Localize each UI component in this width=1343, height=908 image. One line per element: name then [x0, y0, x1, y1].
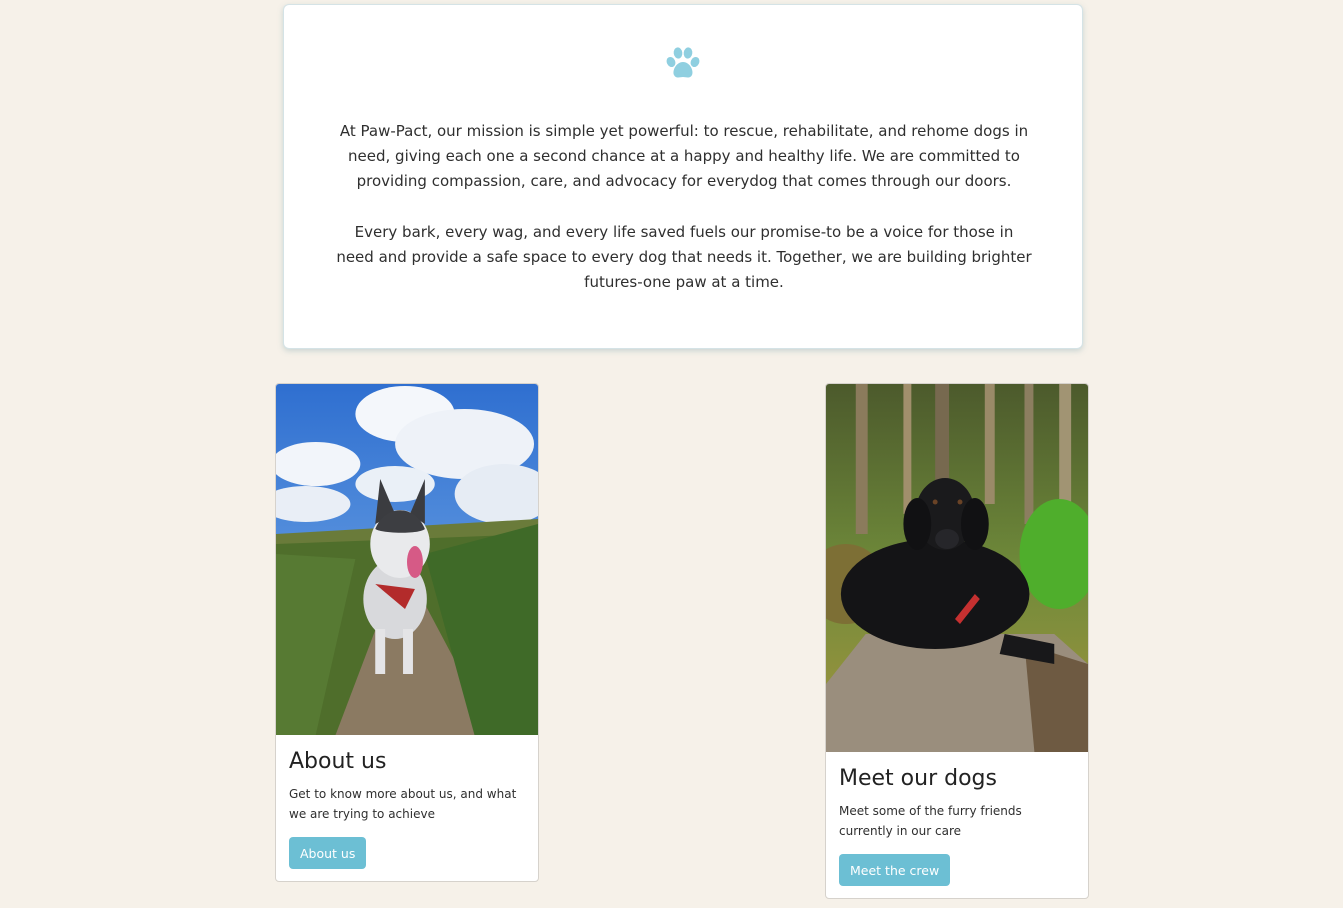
mission-paragraph-1: At Paw-Pact, our mission is simple yet p…: [339, 122, 1029, 190]
about-us-description: Get to know more about us, and what we a…: [289, 787, 517, 821]
about-us-title: About us: [289, 749, 387, 774]
mission-paragraph-2: Every bark, every wag, and every life sa…: [336, 223, 1032, 291]
meet-the-crew-button[interactable]: Meet the crew: [839, 854, 951, 886]
meet-our-dogs-description: Meet some of the furry friends currently…: [839, 804, 1022, 838]
meet-our-dogs-card: Meet our dogs Meet some of the furry fri…: [825, 383, 1089, 899]
black-dog-photo: [826, 384, 1088, 752]
husky-photo: [276, 384, 538, 735]
meet-our-dogs-title: Meet our dogs: [839, 766, 997, 791]
about-us-button[interactable]: About us: [289, 837, 367, 869]
about-us-card: About us Get to know more about us, and …: [275, 383, 539, 882]
paw-icon: [666, 47, 700, 78]
mission-card: At Paw-Pact, our mission is simple yet p…: [283, 4, 1083, 349]
